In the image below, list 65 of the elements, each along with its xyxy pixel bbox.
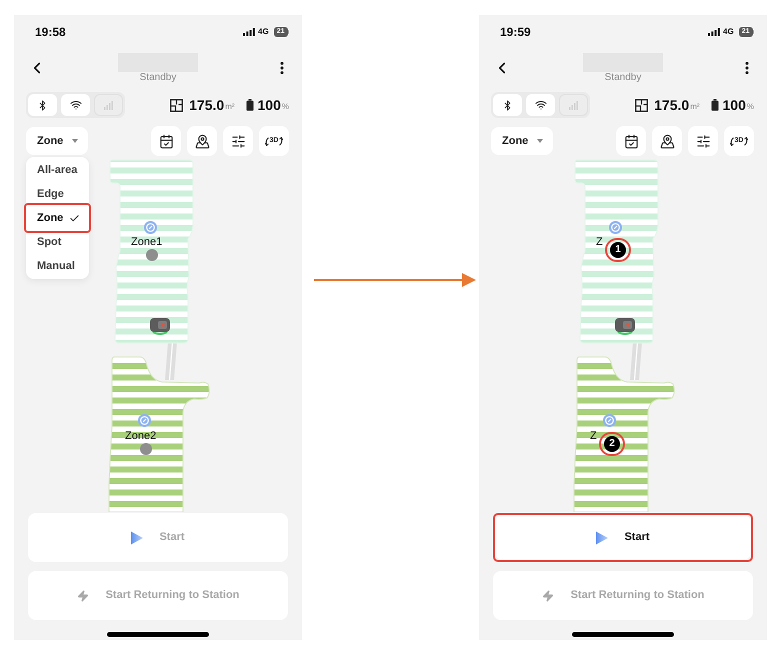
battery-unit: %	[746, 101, 754, 113]
menu-option[interactable]: All-area	[26, 158, 89, 182]
map-button[interactable]	[187, 126, 217, 156]
check-icon	[69, 212, 80, 224]
settings-button[interactable]	[688, 126, 718, 156]
lightning-icon	[76, 590, 89, 602]
battery-unit: %	[282, 101, 289, 113]
battery-icon	[710, 99, 719, 111]
path-strip	[630, 342, 642, 380]
signal-icon	[243, 28, 256, 36]
bluetooth-icon	[502, 100, 513, 110]
schedule-button[interactable]	[616, 126, 646, 156]
zone-label: Z	[596, 236, 603, 248]
rotate-arrow-icon	[279, 136, 284, 146]
path-strip	[165, 342, 177, 380]
floor-plan-icon	[635, 98, 648, 112]
map-button[interactable]	[652, 126, 682, 156]
menu-option[interactable]: Edge	[26, 182, 89, 206]
mode-dropdown[interactable]: Zone	[26, 127, 88, 155]
calendar-check-icon	[158, 134, 174, 148]
caret-icon	[72, 139, 78, 143]
location-target-icon	[602, 414, 616, 426]
menu-option[interactable]: Spot	[26, 230, 89, 254]
rotate-arrow-icon	[730, 136, 734, 146]
floor-plan-icon	[170, 98, 184, 112]
sliders-icon	[230, 134, 246, 148]
status-time: 19:59	[500, 24, 531, 41]
location-target-icon	[608, 220, 622, 234]
rotate-arrow-icon	[264, 136, 269, 146]
status-text: Standby	[140, 72, 176, 84]
start-button[interactable]: Start	[495, 515, 751, 560]
location-target-icon	[144, 220, 156, 234]
area-value: 175.0	[189, 96, 224, 114]
battery-icon	[246, 99, 254, 111]
signal-icon	[708, 28, 720, 36]
lightning-icon	[542, 590, 554, 602]
area-unit: m²	[225, 101, 235, 113]
signal-bars-icon	[104, 100, 113, 110]
zone-label: Zone1	[131, 236, 162, 248]
map-pin-icon	[194, 134, 210, 148]
status-time: 19:58	[35, 24, 66, 41]
schedule-button[interactable]	[151, 126, 181, 156]
location-target-icon	[138, 414, 150, 426]
rotate-arrow-icon	[744, 136, 748, 146]
battery-value: 100	[258, 96, 281, 114]
calendar-check-icon	[624, 134, 638, 148]
settings-button[interactable]	[223, 126, 253, 156]
network-label: 4G	[723, 26, 734, 38]
bluetooth-icon	[37, 100, 48, 110]
robot-mower-icon	[615, 318, 635, 335]
play-icon	[596, 530, 608, 544]
battery-value: 100	[722, 96, 746, 114]
map-pin-icon	[660, 134, 674, 148]
menu-option[interactable]: Zone	[27, 206, 88, 230]
menu-option[interactable]: Manual	[26, 254, 89, 278]
caret-icon	[537, 139, 544, 143]
play-icon	[131, 530, 144, 544]
area-value: 175.0	[654, 96, 690, 114]
area-unit: m²	[690, 101, 700, 113]
robot-mower-icon	[150, 318, 170, 335]
mode-dropdown[interactable]: Zone	[491, 127, 553, 155]
network-label: 4G	[258, 26, 269, 38]
signal-bars-icon	[569, 100, 578, 110]
sliders-icon	[696, 134, 710, 148]
status-text: Standby	[604, 72, 642, 84]
